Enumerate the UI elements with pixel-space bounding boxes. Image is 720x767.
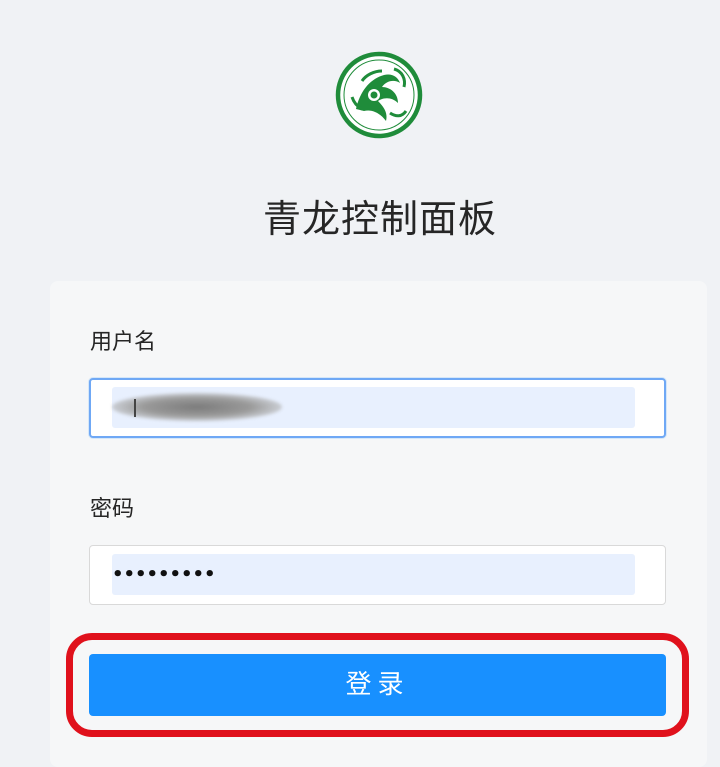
text-caret — [134, 399, 136, 417]
page-title: 青龙控制面板 — [262, 197, 497, 241]
password-value: ••••••••• — [112, 564, 216, 585]
username-autofill-area[interactable] — [112, 387, 635, 428]
login-button[interactable]: 登录 — [89, 654, 666, 716]
password-label: 密码 — [90, 497, 135, 522]
username-field[interactable] — [89, 378, 666, 438]
password-autofill-area[interactable]: ••••••••• — [112, 554, 635, 595]
login-page: 青龙控制面板 用户名 密码 ••••••••• 登录 — [0, 0, 720, 767]
dragon-logo-icon — [335, 51, 423, 139]
password-field[interactable]: ••••••••• — [89, 545, 666, 605]
username-label: 用户名 — [90, 330, 157, 355]
redacted-username-blur — [112, 393, 282, 421]
